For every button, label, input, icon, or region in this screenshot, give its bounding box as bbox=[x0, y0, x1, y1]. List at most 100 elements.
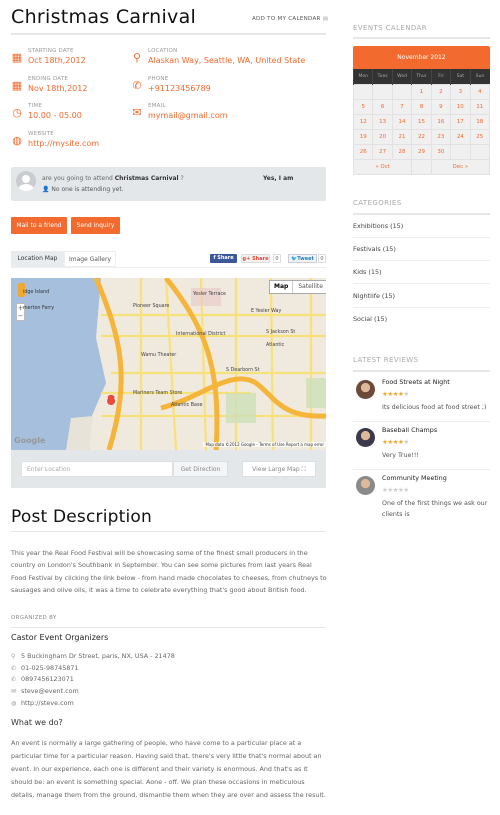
get-direction-button[interactable]: Get Direction bbox=[173, 461, 228, 477]
calendar-day[interactable]: 7 bbox=[391, 98, 413, 115]
review-item[interactable]: Community Meeting ★★★★★ One of the first t… bbox=[353, 474, 490, 518]
tab-image-gallery[interactable]: Image Gallery bbox=[64, 251, 116, 267]
category-link[interactable]: Nightlife (15) bbox=[353, 285, 490, 308]
organized-by-label: ORGANIZED BY bbox=[11, 615, 57, 621]
calendar-day[interactable]: 23 bbox=[430, 128, 452, 145]
calendar-day bbox=[450, 143, 471, 160]
calendar-day[interactable]: 8 bbox=[411, 98, 432, 115]
user-icon: 👤 bbox=[42, 186, 50, 193]
reviews-heading: LATEST REVIEWS bbox=[353, 356, 419, 364]
calendar-day[interactable]: 16 bbox=[430, 113, 452, 130]
avatar bbox=[16, 171, 36, 191]
calendar-day[interactable]: 14 bbox=[391, 113, 413, 130]
send-inquiry-button[interactable]: Send inquiry bbox=[71, 217, 120, 234]
map-attribution[interactable]: Map data ©2012 Google - Terms of Use Rep… bbox=[203, 442, 326, 447]
yes-attend-button[interactable]: Yes, I am bbox=[263, 175, 293, 182]
weekday-header: Tues bbox=[372, 69, 393, 84]
website[interactable]: http://mysite.com bbox=[28, 139, 99, 148]
calendar-day[interactable]: 5 bbox=[352, 98, 374, 115]
calendar-day[interactable]: 20 bbox=[372, 128, 393, 145]
review-item[interactable]: Baseball Champs ★★★★★ Very True!!! bbox=[353, 426, 490, 470]
calendar-day[interactable]: 17 bbox=[450, 113, 471, 130]
map-type-map[interactable]: Map bbox=[270, 281, 294, 293]
location[interactable]: Alaskan Way, Seattle, WA, United State bbox=[148, 56, 305, 65]
calendar-day[interactable]: 15 bbox=[411, 113, 432, 130]
review-title[interactable]: Food Streets at Night bbox=[382, 378, 450, 386]
category-link[interactable]: Festivals (15) bbox=[353, 238, 490, 262]
calendar-day[interactable]: 30 bbox=[430, 143, 452, 160]
gplus-share-button[interactable]: g+ Share bbox=[241, 254, 270, 263]
prev-month-link[interactable]: « Oct bbox=[352, 158, 413, 175]
map-pin-icon: ⚲ bbox=[132, 51, 142, 64]
location-map[interactable]: + − Map Satellite Yesler Terrace Pioneer … bbox=[11, 278, 326, 450]
expand-icon: ⛶ bbox=[301, 466, 306, 473]
calendar-day[interactable]: 25 bbox=[469, 128, 491, 145]
map-marker-icon bbox=[107, 394, 116, 405]
weekday-header: Thur bbox=[411, 69, 432, 84]
attend-suffix: ? bbox=[180, 175, 184, 182]
calendar-day[interactable]: 22 bbox=[411, 128, 432, 145]
star-icon: ★ bbox=[403, 486, 409, 494]
calendar-day[interactable]: 9 bbox=[430, 98, 452, 115]
email[interactable]: mymail@gmail.com bbox=[148, 111, 228, 120]
map-type-satellite[interactable]: Satellite bbox=[293, 281, 326, 293]
website-text[interactable]: http://steve.com bbox=[21, 699, 74, 707]
phone[interactable]: +91123456789 bbox=[148, 84, 211, 93]
category-link[interactable]: Exhibitions (15) bbox=[353, 215, 490, 238]
email-text[interactable]: steve@event.com bbox=[21, 687, 79, 695]
category-link[interactable]: Social (15) bbox=[353, 308, 490, 331]
next-month-link[interactable]: Dec » bbox=[430, 158, 491, 175]
review-title[interactable]: Community Meeting bbox=[382, 474, 447, 482]
location-input[interactable]: Enter Location bbox=[21, 461, 173, 477]
end-date: Nov 18th,2012 bbox=[28, 84, 88, 93]
star-rating: ★★★★★ bbox=[382, 438, 409, 446]
facebook-share-button[interactable]: f Share bbox=[210, 254, 237, 263]
star-icon: ★ bbox=[403, 438, 409, 446]
calendar-day[interactable]: 29 bbox=[411, 143, 432, 160]
gplus-label: Share bbox=[252, 256, 269, 262]
calendar-day[interactable]: 26 bbox=[352, 143, 374, 160]
review-item[interactable]: Food Streets at Night ★★★★★ Its delicious … bbox=[353, 378, 490, 422]
calendar-day[interactable]: 21 bbox=[391, 128, 413, 145]
events-calendar: November 2012 Mon Tues Wed Thur Fri Sat Sun 1 2 3… bbox=[352, 46, 491, 175]
weekday-header: Fri bbox=[430, 69, 451, 84]
calendar-day[interactable]: 28 bbox=[391, 143, 413, 160]
tab-location-map[interactable]: Location Map bbox=[11, 251, 64, 267]
gplus-count: 0 bbox=[273, 254, 281, 263]
review-title[interactable]: Baseball Champs bbox=[382, 426, 437, 434]
calendar-day[interactable]: 13 bbox=[372, 113, 393, 130]
what-we-do-heading: What we do? bbox=[11, 718, 63, 727]
calendar-day[interactable]: 1 bbox=[411, 83, 432, 100]
calendar-day[interactable]: 4 bbox=[469, 83, 491, 100]
map-label: S Jackson St bbox=[266, 330, 296, 335]
calendar-day[interactable]: 19 bbox=[352, 128, 374, 145]
calendar-day[interactable]: 12 bbox=[352, 113, 374, 130]
start-date: Oct 18th,2012 bbox=[28, 56, 86, 65]
category-link[interactable]: Kids (15) bbox=[353, 261, 490, 285]
weekday-header: Sun bbox=[469, 69, 490, 84]
review-text: Very True!!! bbox=[382, 452, 419, 459]
globe-icon: ◍ bbox=[11, 699, 17, 707]
weekday-header: Sat bbox=[450, 69, 471, 84]
calendar-day[interactable]: 11 bbox=[469, 98, 491, 115]
add-to-calendar-link[interactable]: ADD TO MY CALENDAR ▤ bbox=[252, 16, 328, 22]
directions-bar: Enter Location Get Direction View Large … bbox=[11, 450, 326, 488]
organizer-phone: ✆ 01-025-98745871 bbox=[11, 663, 175, 675]
tweet-button[interactable]: 🐦Tweet bbox=[288, 254, 317, 263]
calendar-heading: EVENTS CALENDAR bbox=[353, 24, 427, 32]
weekday-header: Mon bbox=[352, 69, 373, 84]
map-label: International District bbox=[176, 332, 226, 337]
mail-friend-button[interactable]: Mail to a friend bbox=[11, 217, 67, 234]
review-text: Its delicious food at food street ;) bbox=[382, 404, 487, 411]
calendar-day[interactable]: 24 bbox=[450, 128, 471, 145]
organizer-details: ⚲ 5 Buckingham Dr Street, paris, NX, USA … bbox=[11, 651, 175, 709]
calendar-day[interactable]: 2 bbox=[430, 83, 452, 100]
view-large-map-button[interactable]: View Large Map ⛶ bbox=[242, 461, 316, 477]
calendar-day[interactable]: 27 bbox=[372, 143, 393, 160]
calendar-day[interactable]: 6 bbox=[372, 98, 393, 115]
calendar-day[interactable]: 18 bbox=[469, 113, 491, 130]
categories-heading: CATEGORIES bbox=[353, 199, 402, 207]
calendar-day[interactable]: 3 bbox=[450, 83, 471, 100]
info-label: TIME bbox=[28, 103, 43, 109]
calendar-day[interactable]: 10 bbox=[450, 98, 471, 115]
